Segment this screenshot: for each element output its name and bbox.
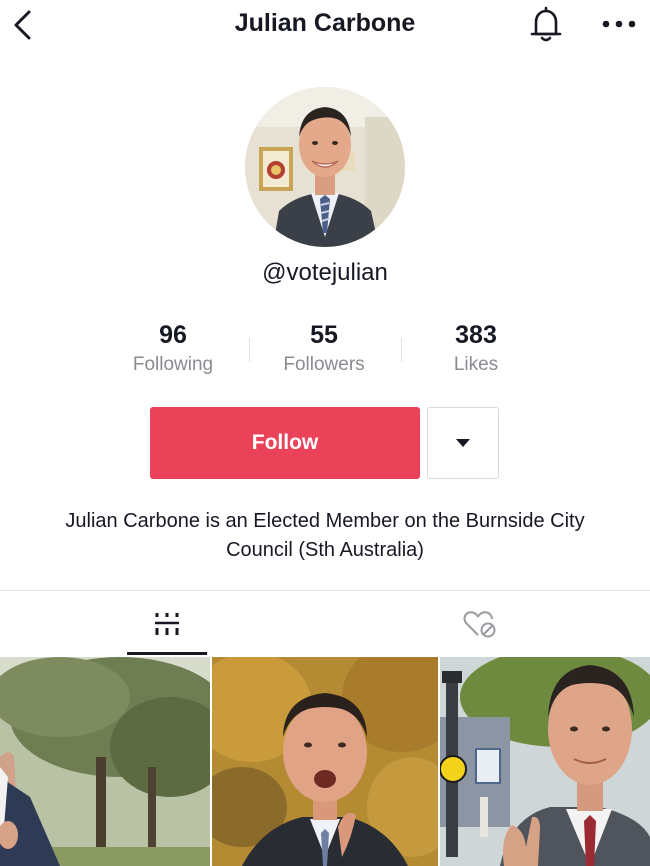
followers-count: 55 (310, 321, 338, 349)
bell-icon (530, 6, 562, 42)
profile-bio: Julian Carbone is an Elected Member on t… (65, 510, 585, 561)
page-title: Julian Carbone (234, 9, 416, 37)
video-thumbnail[interactable] (0, 657, 210, 866)
tab-liked[interactable] (440, 593, 520, 655)
stat-following[interactable]: 96 Following (98, 318, 248, 376)
stat-likes[interactable]: 383 Likes (401, 318, 551, 376)
follow-button[interactable]: Follow (150, 407, 420, 479)
suggested-accounts-button[interactable] (427, 407, 499, 479)
following-label: Following (132, 354, 214, 375)
triangle-down-icon (456, 439, 470, 447)
private-heart-icon (463, 611, 496, 638)
chevron-left-icon (14, 10, 31, 40)
more-horizontal-icon (602, 20, 636, 28)
notifications-button[interactable] (526, 5, 566, 45)
more-options-button[interactable] (598, 9, 640, 39)
top-bar: Julian Carbone (0, 0, 650, 50)
followers-label: Followers (283, 354, 365, 375)
likes-label: Likes (453, 354, 499, 375)
stats-row: 96 Following 55 Followers 383 Likes (0, 318, 650, 388)
video-grid (0, 657, 650, 866)
video-thumbnail[interactable] (440, 657, 650, 866)
active-tab-indicator (127, 652, 207, 655)
likes-count: 383 (455, 321, 497, 349)
tabs-divider (0, 590, 650, 591)
back-button[interactable] (8, 6, 38, 44)
video-thumbnail[interactable] (212, 657, 438, 866)
tab-videos[interactable] (127, 593, 207, 655)
grid-icon (155, 613, 179, 635)
stat-followers[interactable]: 55 Followers (249, 318, 399, 376)
avatar[interactable] (245, 87, 405, 247)
following-count: 96 (159, 321, 187, 349)
profile-handle: @votejulian (262, 259, 388, 286)
